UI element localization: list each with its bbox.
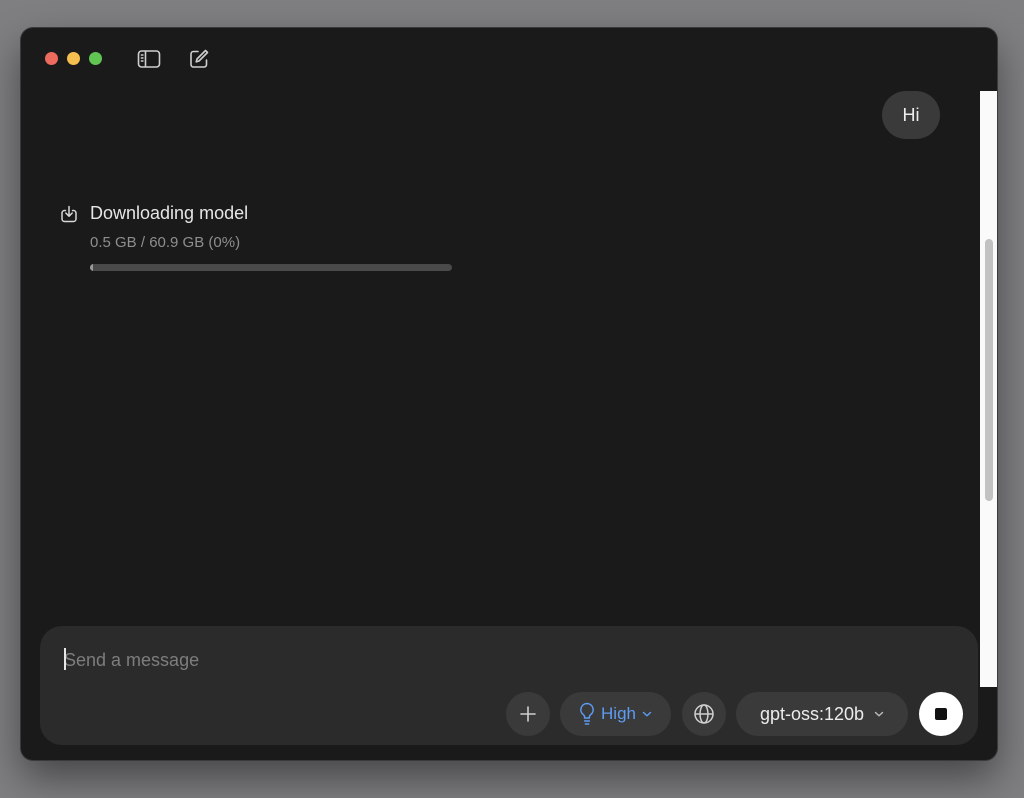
thinking-level-button[interactable]: High — [560, 692, 671, 736]
download-progress-fill — [90, 264, 93, 271]
stop-icon — [935, 708, 947, 720]
sidebar-toggle-button[interactable] — [136, 46, 162, 72]
message-composer: High gpt-oss:120b — [40, 626, 978, 745]
user-message-bubble: Hi — [882, 91, 940, 139]
text-caret — [64, 648, 66, 670]
web-search-button[interactable] — [682, 692, 726, 736]
app-window: Hi Downloading model 0.5 GB / 60.9 GB (0… — [21, 28, 997, 760]
model-name: gpt-oss:120b — [759, 703, 865, 724]
chevron-down-icon — [642, 711, 652, 717]
zoom-window-button[interactable] — [89, 52, 102, 65]
sidebar-icon — [137, 50, 161, 68]
new-chat-button[interactable] — [186, 46, 212, 72]
globe-icon — [694, 704, 714, 724]
lightbulb-icon — [580, 702, 594, 725]
download-icon — [61, 205, 77, 223]
compose-icon — [190, 49, 209, 68]
stop-button[interactable] — [919, 692, 963, 736]
minimize-window-button[interactable] — [67, 52, 80, 65]
close-window-button[interactable] — [45, 52, 58, 65]
download-progress-bar — [90, 264, 452, 271]
download-title: Downloading model — [90, 203, 249, 223]
download-progress-text: 0.5 GB / 60.9 GB (0%) — [90, 234, 241, 251]
plus-icon — [520, 706, 536, 722]
chevron-down-icon — [874, 711, 884, 717]
thinking-level-label: High — [601, 704, 636, 723]
scrollbar[interactable] — [980, 91, 997, 687]
add-attachment-button[interactable] — [506, 692, 550, 736]
scrollbar-thumb[interactable] — [985, 239, 993, 501]
message-input[interactable] — [64, 646, 924, 674]
model-selector[interactable]: gpt-oss:120b — [736, 692, 908, 736]
user-message-text: Hi — [902, 104, 920, 125]
